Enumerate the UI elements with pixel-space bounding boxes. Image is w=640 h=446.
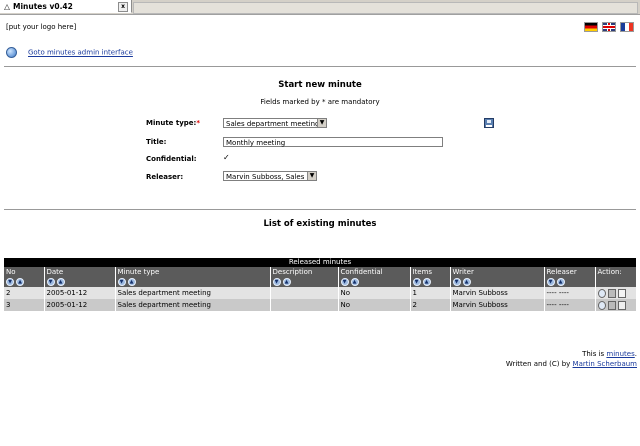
title-label: Title: bbox=[146, 138, 167, 146]
minute-type-value: Sales department meeting bbox=[226, 120, 320, 128]
table-row[interactable]: 3 2005-01-12 Sales department meeting No… bbox=[4, 299, 637, 311]
column-header-confidential: Confidential ▼ ▲ bbox=[338, 267, 411, 287]
cell-no: 2 bbox=[4, 287, 45, 299]
admin-row: Goto minutes admin interface bbox=[6, 47, 133, 58]
cell-minute-type: Sales department meeting bbox=[115, 287, 271, 299]
cell-actions bbox=[595, 287, 637, 299]
language-flags bbox=[580, 22, 634, 32]
table-row[interactable]: 2 2005-01-12 Sales department meeting No… bbox=[4, 287, 637, 299]
column-header-action: Action: bbox=[595, 267, 637, 287]
sort-down-icon[interactable]: ▼ bbox=[412, 278, 421, 286]
save-icon[interactable] bbox=[484, 118, 494, 128]
tab-title: Minutes v0.42 bbox=[13, 2, 73, 11]
cell-no: 3 bbox=[4, 299, 45, 311]
minutes-table: Released minutes No ▼ ▲ Date ▼ ▲ Minute type… bbox=[4, 258, 637, 311]
view-icon[interactable] bbox=[597, 300, 606, 310]
author-link[interactable]: Martin Scherbaum bbox=[573, 360, 637, 368]
view-icon[interactable] bbox=[597, 288, 606, 298]
cell-releaser: ---- ---- bbox=[544, 299, 596, 311]
cell-description bbox=[270, 287, 339, 299]
sort-down-icon[interactable]: ▼ bbox=[117, 278, 126, 286]
sort-down-icon[interactable]: ▼ bbox=[6, 278, 14, 286]
sort-up-icon[interactable]: ▲ bbox=[56, 278, 65, 286]
list-title: List of existing minutes bbox=[263, 219, 377, 229]
cell-writer: Marvin Subboss bbox=[450, 299, 545, 311]
column-header-releaser: Releaser ▼ ▲ bbox=[544, 267, 596, 287]
divider bbox=[4, 66, 636, 67]
cell-date: 2005-01-12 bbox=[44, 299, 116, 311]
sort-up-icon[interactable]: ▲ bbox=[282, 278, 291, 286]
flag-french-icon[interactable] bbox=[620, 22, 634, 32]
flag-english-icon[interactable] bbox=[602, 22, 616, 32]
flag-german-icon[interactable] bbox=[584, 22, 598, 32]
sort-up-icon[interactable]: ▲ bbox=[127, 278, 136, 286]
releaser-select[interactable]: Marvin Subboss, Sales ▼ bbox=[223, 171, 317, 181]
cell-date: 2005-01-12 bbox=[44, 287, 116, 299]
sort-up-icon[interactable]: ▲ bbox=[350, 278, 359, 286]
logo-placeholder: [put your logo here] bbox=[6, 23, 77, 31]
cell-description bbox=[270, 299, 339, 311]
column-header-minute-type: Minute type ▼ ▲ bbox=[115, 267, 271, 287]
tab-minutes[interactable]: △ Minutes v0.42 x bbox=[0, 0, 132, 13]
releaser-label: Releaser: bbox=[146, 173, 184, 181]
sort-down-icon[interactable]: ▼ bbox=[452, 278, 461, 286]
pages-icon[interactable] bbox=[617, 300, 626, 310]
globe-icon[interactable] bbox=[6, 47, 17, 58]
form-title: Start new minute bbox=[278, 80, 362, 90]
sort-down-icon[interactable]: ▼ bbox=[546, 278, 555, 286]
sort-down-icon[interactable]: ▼ bbox=[46, 278, 55, 286]
cell-minute-type: Sales department meeting bbox=[115, 299, 271, 311]
sort-up-icon[interactable]: ▲ bbox=[16, 278, 24, 286]
sort-up-icon[interactable]: ▲ bbox=[556, 278, 565, 286]
cell-releaser: ---- ---- bbox=[544, 287, 596, 299]
sort-up-icon[interactable]: ▲ bbox=[422, 278, 431, 286]
table-header-row: No ▼ ▲ Date ▼ ▲ Minute type ▼ ▲ Description ▼ ▲ … bbox=[4, 267, 637, 287]
minute-type-select[interactable]: Sales department meeting ▼ bbox=[223, 118, 327, 128]
minute-type-label: Minute type:* bbox=[146, 119, 201, 127]
divider bbox=[4, 209, 636, 210]
cell-confidential: No bbox=[338, 287, 411, 299]
app-icon: △ bbox=[4, 2, 10, 11]
cell-actions bbox=[595, 299, 637, 311]
table-caption: Released minutes bbox=[4, 258, 636, 267]
minutes-link[interactable]: minutes bbox=[606, 350, 634, 358]
document-icon[interactable] bbox=[617, 288, 626, 298]
print-icon[interactable] bbox=[607, 300, 616, 310]
chevron-down-icon: ▼ bbox=[317, 119, 326, 127]
tab-strip-empty bbox=[133, 2, 638, 14]
sort-up-icon[interactable]: ▲ bbox=[462, 278, 471, 286]
cell-items: 1 bbox=[410, 287, 451, 299]
print-icon[interactable] bbox=[607, 288, 616, 298]
cell-items: 2 bbox=[410, 299, 451, 311]
chevron-down-icon: ▼ bbox=[307, 172, 316, 180]
close-icon[interactable]: x bbox=[118, 2, 128, 12]
column-header-description: Description ▼ ▲ bbox=[270, 267, 339, 287]
cell-writer: Marvin Subboss bbox=[450, 287, 545, 299]
mandatory-note: Fields marked by * are mandatory bbox=[260, 98, 380, 106]
footer-line-2: Written and (C) by Martin Scherbaum bbox=[505, 360, 637, 368]
title-field[interactable]: Monthly meeting bbox=[223, 137, 443, 147]
cell-confidential: No bbox=[338, 299, 411, 311]
footer-line-1: This is minutes. bbox=[582, 350, 637, 358]
column-header-writer: Writer ▼ ▲ bbox=[450, 267, 545, 287]
column-header-items: Items ▼ ▲ bbox=[410, 267, 451, 287]
tab-bar: △ Minutes v0.42 x bbox=[0, 0, 640, 15]
confidential-label: Confidential: bbox=[146, 155, 197, 163]
confidential-checkbox[interactable]: ✓ bbox=[223, 154, 231, 162]
releaser-value: Marvin Subboss, Sales bbox=[226, 173, 305, 181]
required-marker: * bbox=[196, 119, 201, 127]
sort-down-icon[interactable]: ▼ bbox=[272, 278, 281, 286]
admin-link[interactable]: Goto minutes admin interface bbox=[28, 49, 133, 57]
column-header-date: Date ▼ ▲ bbox=[44, 267, 116, 287]
sort-down-icon[interactable]: ▼ bbox=[340, 278, 349, 286]
column-header-no: No ▼ ▲ bbox=[4, 267, 45, 287]
